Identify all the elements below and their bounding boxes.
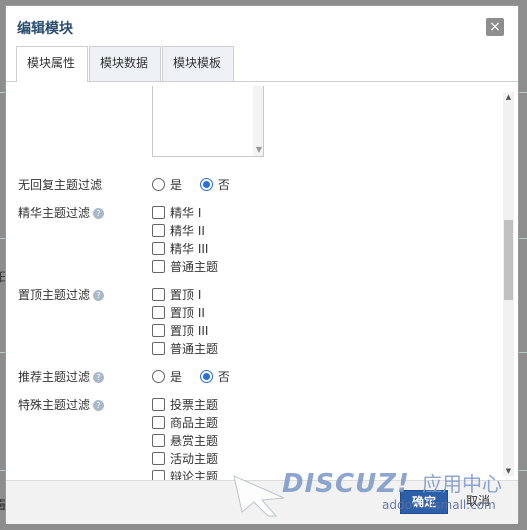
checkbox-label: 置顶 I: [170, 288, 202, 302]
checkbox-label: 活动主题: [170, 452, 219, 466]
checkbox[interactable]: [152, 416, 165, 429]
recommend-filter-options: 是 否: [152, 368, 230, 385]
cancel-button[interactable]: 取消: [458, 490, 498, 512]
scrollbar-thumb[interactable]: [504, 220, 513, 300]
help-icon[interactable]: ?: [93, 372, 105, 383]
close-button[interactable]: ×: [486, 18, 504, 36]
scroll-down-icon: ▼: [255, 145, 262, 154]
help-icon[interactable]: ?: [93, 290, 105, 301]
textarea-scrollbar[interactable]: ▼: [253, 86, 263, 156]
checkbox[interactable]: [152, 342, 165, 355]
sticky-option[interactable]: 置顶 II: [152, 304, 205, 321]
checkbox-label: 精华 II: [170, 224, 205, 238]
checkbox[interactable]: [152, 306, 165, 319]
digest-option[interactable]: 普通主题: [152, 258, 218, 275]
checkbox[interactable]: [152, 260, 165, 273]
tab-module-template[interactable]: 模块模板: [162, 46, 234, 81]
checkbox-label: 置顶 III: [170, 324, 209, 338]
digest-option[interactable]: 精华 II: [152, 222, 205, 239]
recommend-no-radio[interactable]: [199, 370, 213, 383]
radio-label: 是: [170, 370, 183, 384]
checkbox[interactable]: [152, 288, 165, 301]
tab-bar: 模块属性 模块数据 模块模板: [6, 46, 518, 82]
checkbox-label: 商品主题: [170, 416, 219, 430]
digest-filter-label: 精华主题过滤?: [18, 204, 105, 221]
checkbox[interactable]: [152, 242, 165, 255]
close-icon: ×: [489, 19, 501, 35]
scroll-up-icon[interactable]: ▲: [503, 92, 514, 102]
help-icon[interactable]: ?: [93, 400, 105, 411]
sticky-option[interactable]: 普通主题: [152, 340, 218, 357]
confirm-button[interactable]: 确定: [400, 490, 448, 514]
special-option[interactable]: 悬赏主题: [152, 432, 218, 449]
textarea-field[interactable]: ▼: [152, 86, 264, 157]
radio-label: 否: [217, 178, 230, 192]
checkbox-label: 悬赏主题: [170, 434, 219, 448]
dialog-title: 编辑模块: [17, 21, 73, 37]
tab-module-data[interactable]: 模块数据: [89, 46, 161, 81]
special-option[interactable]: 投票主题: [152, 396, 218, 413]
digest-option[interactable]: 精华 I: [152, 204, 201, 221]
checkbox-label: 置顶 II: [170, 306, 205, 320]
checkbox-label: 普通主题: [170, 342, 219, 356]
form-content: ▼ 无回复主题过滤 是 否 精华主题过滤? 精华 I 精华 II 精华 III …: [6, 82, 520, 480]
scroll-down-icon[interactable]: ▼: [503, 466, 514, 476]
digest-option[interactable]: 精华 III: [152, 240, 208, 257]
no-reply-yes-radio[interactable]: [152, 178, 165, 191]
help-icon[interactable]: ?: [93, 208, 105, 219]
checkbox[interactable]: [152, 452, 165, 465]
special-filter-text: 特殊主题过滤: [18, 398, 91, 412]
checkbox[interactable]: [152, 206, 165, 219]
content-scrollbar[interactable]: ▲ ▼: [503, 92, 514, 476]
checkbox[interactable]: [152, 398, 165, 411]
recommend-yes-radio[interactable]: [152, 370, 165, 383]
no-reply-filter-options: 是 否: [152, 176, 230, 193]
radio-label: 否: [217, 370, 230, 384]
tab-module-properties[interactable]: 模块属性: [16, 46, 88, 82]
special-option[interactable]: 商品主题: [152, 414, 218, 431]
checkbox-label: 投票主题: [170, 398, 219, 412]
checkbox-label: 精华 I: [170, 206, 202, 220]
sticky-filter-label: 置顶主题过滤?: [18, 286, 105, 303]
radio-label: 是: [170, 178, 183, 192]
no-reply-no-radio[interactable]: [199, 178, 213, 191]
sticky-filter-text: 置顶主题过滤: [18, 288, 91, 302]
special-option[interactable]: 辩论主题: [152, 468, 218, 480]
sticky-option[interactable]: 置顶 III: [152, 322, 208, 339]
special-option[interactable]: 活动主题: [152, 450, 218, 467]
dialog-footer: 确定 取消: [6, 480, 518, 524]
special-filter-label: 特殊主题过滤?: [18, 396, 105, 413]
recommend-filter-label: 推荐主题过滤?: [18, 368, 105, 385]
edit-module-dialog: 编辑模块 × 模块属性 模块数据 模块模板 ▼ 无回复主题过滤 是 否 精华主题…: [5, 5, 520, 524]
digest-filter-text: 精华主题过滤: [18, 206, 91, 220]
sticky-option[interactable]: 置顶 I: [152, 286, 201, 303]
checkbox-label: 普通主题: [170, 260, 219, 274]
checkbox[interactable]: [152, 434, 165, 447]
recommend-filter-text: 推荐主题过滤: [18, 370, 91, 384]
checkbox-label: 精华 III: [170, 242, 209, 256]
checkbox-label: 辩论主题: [170, 470, 219, 480]
checkbox[interactable]: [152, 470, 165, 480]
checkbox[interactable]: [152, 324, 165, 337]
checkbox[interactable]: [152, 224, 165, 237]
no-reply-filter-label: 无回复主题过滤: [18, 178, 103, 192]
